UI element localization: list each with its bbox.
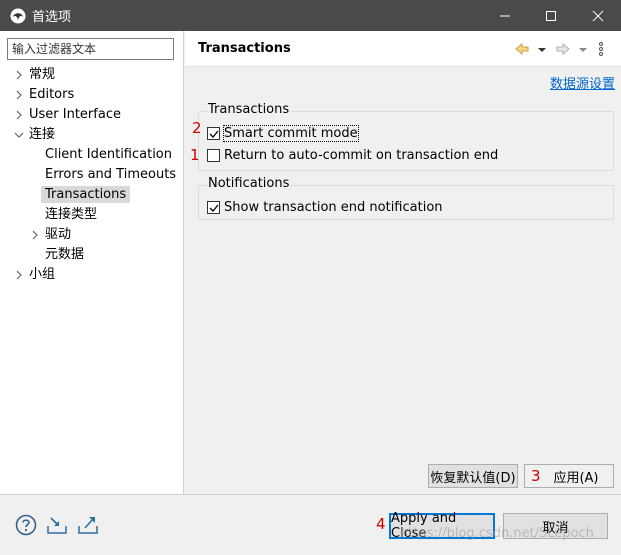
help-icon[interactable]	[15, 514, 37, 536]
tree-item-label: 驱动	[45, 227, 72, 242]
smart-commit-option[interactable]: Smart commit mode	[207, 124, 359, 142]
title-bar: 首选项	[0, 0, 621, 31]
close-icon	[592, 10, 604, 21]
tree-item-label: Transactions	[41, 186, 131, 203]
datasource-settings-link[interactable]: 数据源设置	[550, 73, 615, 92]
show-notification-option[interactable]: Show transaction end notification	[207, 198, 443, 216]
show-notification-checkbox[interactable]	[207, 200, 220, 214]
dialog-footer: 4 Apply and Close 取消	[0, 494, 621, 555]
app-icon	[10, 8, 26, 23]
chevron-right-icon[interactable]	[13, 109, 25, 121]
tree-item-label: 常规	[29, 67, 56, 82]
apply-label: 应用(A)	[553, 470, 599, 486]
tree-item-client-identification[interactable]: Client Identification	[45, 145, 172, 165]
watermark: https://blog.csdn.net/SLepoch	[400, 526, 594, 541]
forward-dropdown-icon[interactable]	[578, 41, 588, 57]
back-dropdown-icon[interactable]	[537, 41, 547, 57]
maximize-icon	[546, 10, 556, 21]
chevron-right-icon[interactable]	[29, 229, 41, 241]
tree-item-transactions[interactable]: Transactions	[41, 185, 131, 205]
tree-item-connection[interactable]: 连接	[14, 125, 56, 145]
tree-item-user-interface[interactable]: User Interface	[16, 105, 121, 125]
chevron-right-icon[interactable]	[13, 89, 25, 101]
restore-defaults-button[interactable]: 恢复默认值(D)	[428, 464, 518, 488]
import-icon[interactable]	[46, 514, 68, 536]
annotation-number: 1	[190, 146, 200, 164]
checkmark-icon	[209, 130, 219, 138]
forward-arrow-icon[interactable]	[555, 41, 571, 57]
tree-item-label: 小组	[29, 267, 56, 282]
minimize-button[interactable]	[482, 0, 528, 31]
tree-item-drivers[interactable]: 驱动	[32, 225, 72, 245]
close-button[interactable]	[575, 0, 621, 31]
tree-item-label: Editors	[29, 87, 75, 102]
apply-button[interactable]: 应用(A)	[524, 464, 614, 488]
smart-commit-label: Smart commit mode	[223, 124, 359, 142]
back-arrow-icon[interactable]	[514, 41, 530, 57]
tree-item-label: 连接	[29, 127, 56, 142]
navigation-pane: 常规 Editors User Interface 连接 Client Iden…	[0, 31, 184, 494]
group-title: Notifications	[207, 176, 291, 191]
show-notification-label: Show transaction end notification	[224, 199, 443, 215]
tree-item-label: 元数据	[45, 247, 85, 262]
auto-commit-option[interactable]: Return to auto-commit on transaction end	[207, 146, 498, 164]
tree-item-label: Errors and Timeouts	[45, 167, 177, 182]
auto-commit-label: Return to auto-commit on transaction end	[224, 147, 499, 163]
more-options-icon[interactable]	[597, 41, 605, 57]
tree-item-connection-types[interactable]: 连接类型	[45, 205, 97, 225]
tree-item-label: User Interface	[29, 107, 121, 122]
checkmark-icon	[209, 204, 219, 212]
notifications-group: Notifications Show transaction end notif…	[198, 176, 614, 220]
page-title: Transactions	[198, 41, 291, 56]
tree-item-label: 连接类型	[45, 207, 98, 222]
tree-item-errors-timeouts[interactable]: Errors and Timeouts	[45, 165, 176, 185]
tree-item-team[interactable]: 小组	[16, 265, 56, 285]
annotation-number: 4	[376, 515, 386, 533]
filter-input[interactable]	[7, 38, 174, 60]
window-title: 首选项	[32, 10, 72, 25]
minimize-icon	[500, 15, 510, 16]
tree-item-label: Client Identification	[45, 147, 173, 162]
smart-commit-checkbox[interactable]	[207, 126, 220, 140]
auto-commit-checkbox[interactable]	[207, 148, 220, 162]
chevron-right-icon[interactable]	[13, 269, 25, 281]
tree-item-metadata[interactable]: 元数据	[45, 245, 84, 265]
tree-item-general[interactable]: 常规	[16, 65, 56, 85]
page-header: Transactions	[185, 31, 621, 67]
chevron-down-icon[interactable]	[13, 129, 25, 141]
transactions-group: Transactions Smart commit mode Return to…	[198, 102, 614, 171]
annotation-number: 2	[192, 119, 202, 137]
maximize-button[interactable]	[528, 0, 574, 31]
export-icon[interactable]	[77, 514, 99, 536]
chevron-right-icon[interactable]	[13, 69, 25, 81]
tree-item-editors[interactable]: Editors	[16, 85, 75, 105]
group-title: Transactions	[207, 102, 291, 117]
preference-page: Transactions 数据源设置 Transactions Smart co…	[185, 31, 621, 494]
